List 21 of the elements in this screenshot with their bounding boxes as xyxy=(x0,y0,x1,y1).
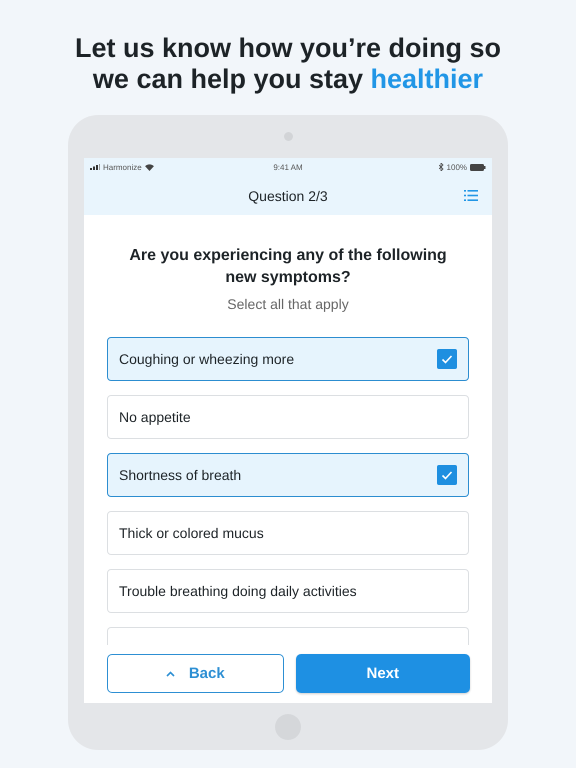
nav-title: Question 2/3 xyxy=(248,188,328,204)
battery-icon xyxy=(470,164,486,170)
carrier-name: Harmonize xyxy=(103,162,142,172)
wifi-icon xyxy=(144,164,154,170)
headline: Let us know how you’re doing so we can help you stay healthier xyxy=(74,32,502,96)
symptom-option[interactable]: Trouble breathing doing daily activities xyxy=(107,569,469,613)
list-icon[interactable] xyxy=(464,190,478,201)
question-title: Are you experiencing any of the following new symptoms? xyxy=(128,246,448,288)
symptom-option[interactable]: No appetite xyxy=(107,395,469,439)
back-button[interactable]: Back xyxy=(107,654,284,693)
caret-icon xyxy=(166,670,175,676)
symptom-option[interactable]: Thick or colored mucus xyxy=(107,511,469,555)
battery-level: 100% xyxy=(446,162,468,172)
checkbox-checked-icon xyxy=(437,349,457,369)
status-time: 9:41 AM xyxy=(273,162,303,172)
symptom-option[interactable]: Shortness of breath xyxy=(107,453,469,497)
signal-icon xyxy=(90,164,100,170)
question-hint: Select all that apply xyxy=(226,296,350,312)
symptom-option[interactable]: Coughing or wheezing more xyxy=(107,337,469,381)
bluetooth-icon xyxy=(438,163,444,171)
checkbox-checked-icon xyxy=(437,465,457,485)
